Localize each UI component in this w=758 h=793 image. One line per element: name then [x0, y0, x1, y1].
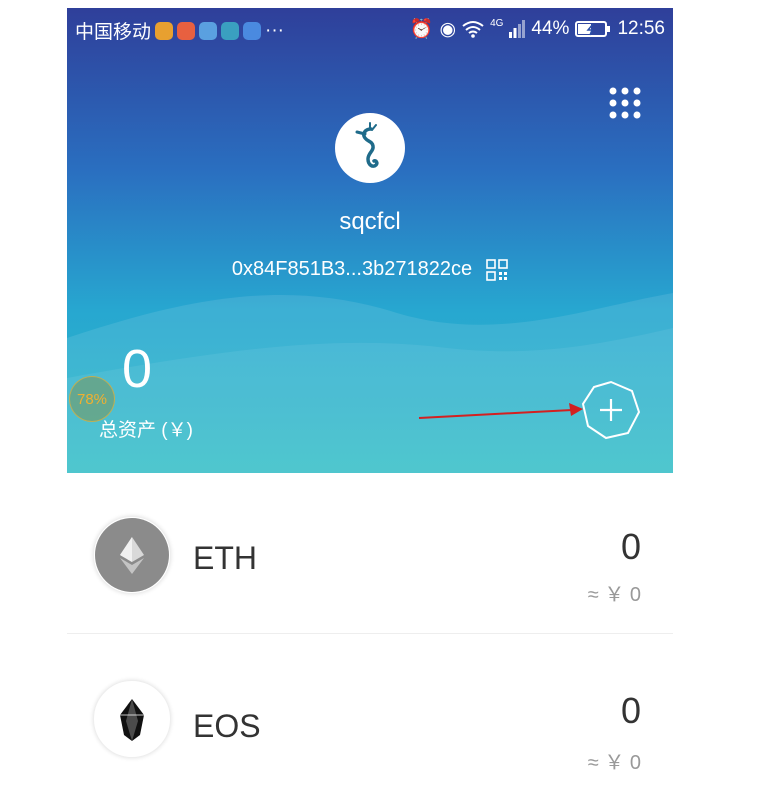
- eos-icon: [93, 680, 171, 758]
- clock-time: 12:56: [617, 18, 665, 39]
- token-symbol: EOS: [193, 708, 261, 744]
- carrier-label: 中国移动: [75, 22, 152, 43]
- total-assets-label: 总资产 (￥): [99, 420, 193, 441]
- battery-percent: 44%: [531, 18, 570, 39]
- qr-code-icon[interactable]: [486, 258, 508, 281]
- wallet-avatar[interactable]: [335, 113, 405, 183]
- token-row-eth[interactable]: ETH 0 ≈ ￥ 0: [67, 478, 673, 628]
- token-amount: 0: [620, 690, 641, 731]
- signal-icon: [509, 20, 526, 38]
- status-bar: 中国移动 ··· ⏰ ◉ 4G 44% 12:56: [67, 8, 673, 48]
- red-arrow-annotation: [418, 403, 583, 419]
- row-divider: [67, 633, 673, 634]
- network-type-label: 4G: [490, 17, 504, 29]
- more-notifications-icon: ···: [265, 19, 284, 41]
- wallet-name: sqcfcl: [339, 208, 401, 235]
- app-notification-icon: [243, 21, 262, 40]
- app-notification-icon: [221, 21, 240, 40]
- wifi-icon: [462, 21, 484, 38]
- alarm-icon: ⏰: [409, 19, 434, 40]
- token-fiat-value: ≈ ￥ 0: [587, 584, 641, 606]
- wallet-address: 0x84F851B3...3b271822ce: [231, 258, 473, 280]
- token-fiat-value: ≈ ￥ 0: [587, 752, 641, 774]
- wallet-screen: 中国移动 ··· ⏰ ◉ 4G 44% 12:56 sqcfcl 0x84F85…: [67, 8, 673, 793]
- token-row-eos[interactable]: EOS 0 ≈ ￥ 0: [67, 640, 673, 790]
- app-notification-icon: [155, 21, 174, 40]
- wallet-header: 中国移动 ··· ⏰ ◉ 4G 44% 12:56 sqcfcl 0x84F85…: [67, 8, 673, 473]
- token-amount: 0: [620, 526, 641, 567]
- wallet-address-row[interactable]: 0x84F851B3...3b271822ce: [67, 258, 673, 281]
- grid-menu-icon[interactable]: [607, 85, 643, 121]
- add-token-button[interactable]: [579, 378, 643, 442]
- seahorse-icon: [355, 122, 379, 168]
- token-symbol: ETH: [193, 540, 257, 576]
- message-notification-icon: [199, 21, 218, 40]
- app-notification-icon: [177, 21, 196, 40]
- eth-icon: [93, 516, 171, 594]
- battery-charging-icon: [575, 21, 611, 37]
- eye-comfort-icon: ◉: [439, 18, 457, 40]
- total-assets-value: 0: [122, 339, 153, 399]
